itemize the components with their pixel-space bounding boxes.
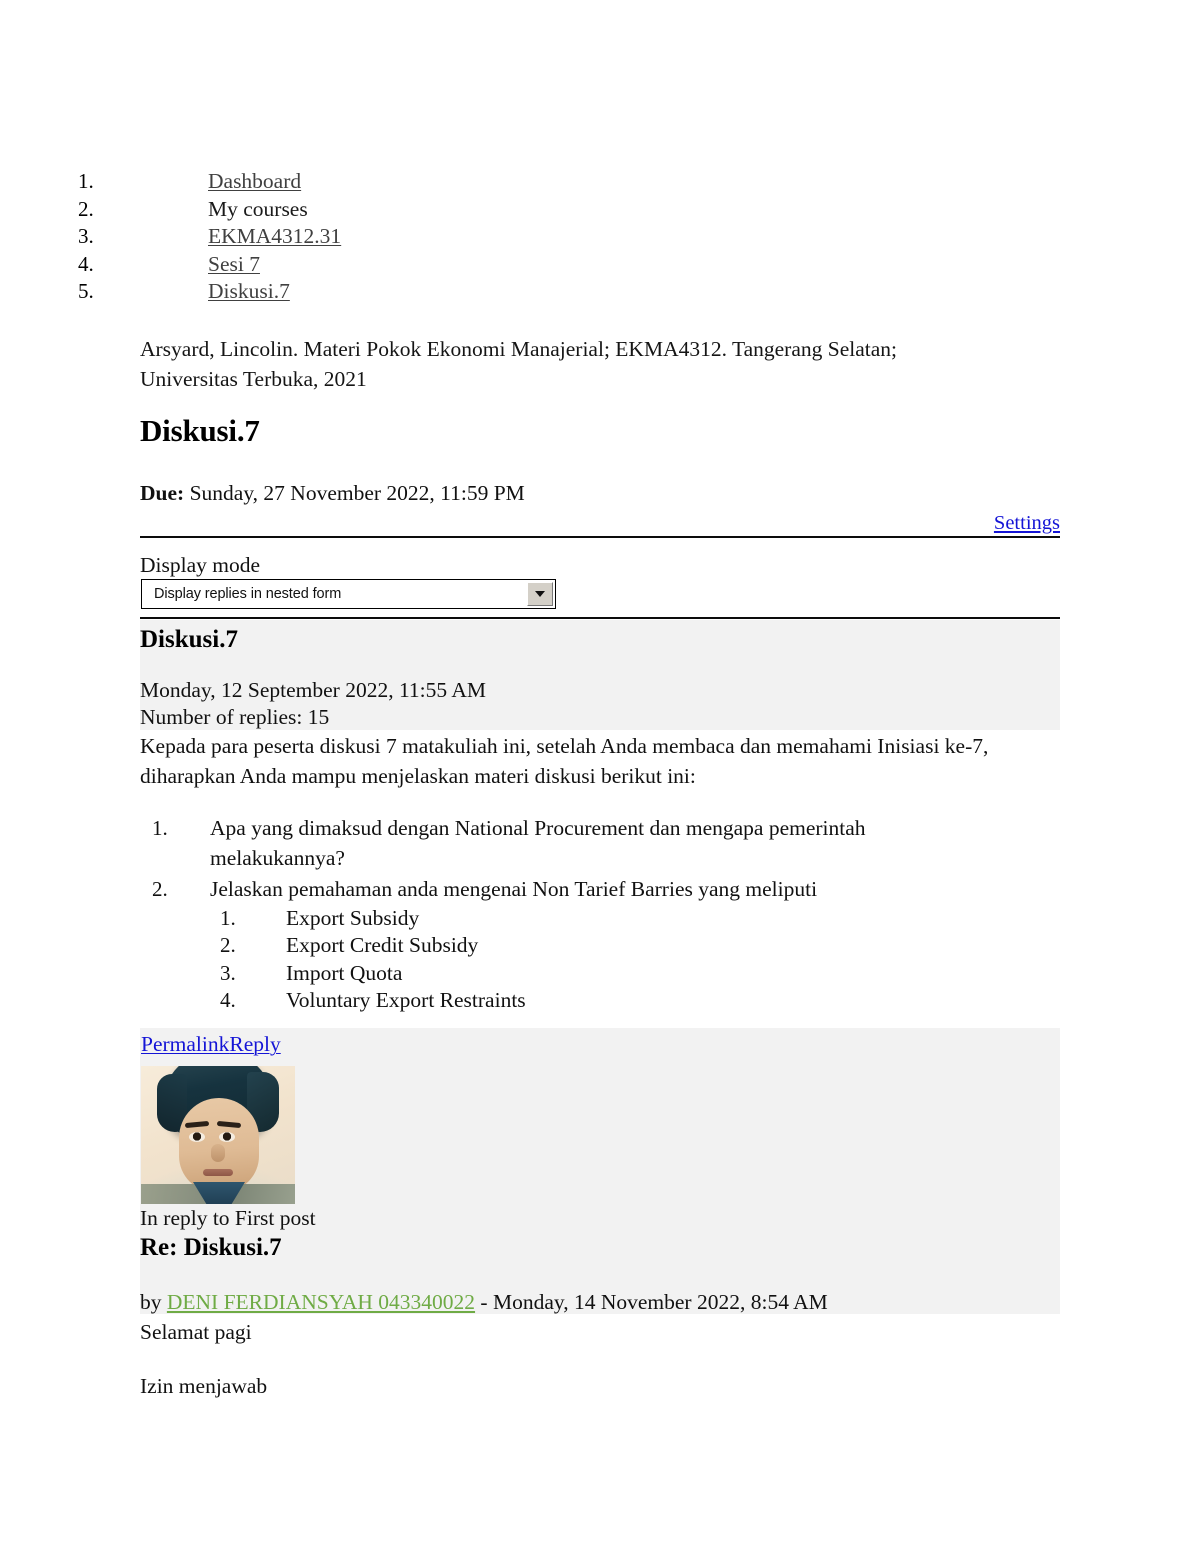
sub-text: Export Subsidy	[286, 905, 420, 930]
question-number: 2.	[152, 877, 168, 901]
reply-post-title: Re: Diskusi.7	[140, 1234, 282, 1261]
avatar-nose	[211, 1144, 225, 1162]
reply-link[interactable]: Reply	[229, 1032, 280, 1056]
sub-number: 3.	[220, 960, 236, 985]
breadcrumb-item-my-courses: 2. My courses	[78, 196, 1078, 224]
avatar-eye-left	[189, 1132, 205, 1142]
avatar-mouth	[203, 1169, 233, 1176]
sub-number: 2.	[220, 933, 236, 957]
question-number: 1.	[152, 816, 168, 840]
sub-item: 2. Export Credit Subsidy	[220, 932, 1052, 960]
divider-top	[140, 536, 1060, 538]
sub-item: 3. Import Quota	[220, 960, 1052, 988]
sub-text: Import Quota	[286, 960, 403, 985]
sub-number: 4.	[220, 988, 236, 1012]
reply-post-date: - Monday, 14 November 2022, 8:54 AM	[475, 1290, 828, 1314]
question-text: Apa yang dimaksud dengan National Procur…	[210, 816, 866, 870]
by-prefix: by	[140, 1290, 167, 1314]
reply-body-line-2: Izin menjawab	[140, 1374, 268, 1398]
sub-item: 1. Export Subsidy	[220, 905, 1052, 933]
settings-link[interactable]: Settings	[994, 512, 1060, 534]
first-post-title: Diskusi.7	[140, 626, 238, 653]
display-mode-label: Display mode	[140, 553, 261, 577]
display-mode-selected-value: Display replies in nested form	[154, 586, 342, 602]
divider-post	[140, 617, 1060, 619]
breadcrumb: 1. Dashboard 2. My courses 3. EKMA4312.3…	[78, 168, 1078, 306]
question-text: Jelaskan pemahaman anda mengenai Non Tar…	[210, 877, 818, 901]
sub-text: Export Credit Subsidy	[286, 933, 479, 957]
first-post-date: Monday, 12 September 2022, 11:55 AM	[140, 678, 486, 702]
question-item: 1. Apa yang dimaksud dengan National Pro…	[152, 814, 1052, 873]
document-page: 1. Dashboard 2. My courses 3. EKMA4312.3…	[0, 0, 1200, 1553]
breadcrumb-link-dashboard[interactable]: Dashboard	[208, 168, 301, 196]
breadcrumb-number: 3.	[78, 224, 94, 248]
breadcrumb-link-sesi-7[interactable]: Sesi 7	[208, 251, 260, 279]
breadcrumb-link-diskusi-7[interactable]: Diskusi.7	[208, 278, 290, 306]
sub-item: 4. Voluntary Export Restraints	[220, 987, 1052, 1015]
page-title: Diskusi.7	[140, 413, 260, 448]
breadcrumb-item-sesi-7[interactable]: 4. Sesi 7	[78, 251, 1078, 279]
permalink-link[interactable]: Permalink	[141, 1032, 229, 1056]
first-post-reply-count: Number of replies: 15	[140, 705, 330, 729]
breadcrumb-number: 2.	[78, 196, 94, 221]
question-list: 1. Apa yang dimaksud dengan National Pro…	[152, 814, 1052, 1015]
in-reply-to-label: In reply to First post	[140, 1206, 316, 1230]
sub-number: 1.	[220, 905, 236, 930]
due-date-line: Due: Sunday, 27 November 2022, 11:59 PM	[140, 481, 525, 506]
author-link[interactable]: DENI FERDIANSYAH 043340022	[167, 1290, 475, 1314]
due-label: Due:	[140, 481, 185, 505]
sub-text: Voluntary Export Restraints	[286, 988, 526, 1012]
due-value: Sunday, 27 November 2022, 11:59 PM	[189, 481, 525, 505]
reply-body-line-1: Selamat pagi	[140, 1320, 252, 1344]
display-mode-select[interactable]: Display replies in nested form	[141, 579, 556, 609]
breadcrumb-link-ekma4312[interactable]: EKMA4312.31	[208, 223, 341, 251]
breadcrumb-label-my-courses: My courses	[208, 196, 308, 221]
breadcrumb-number: 4.	[78, 251, 94, 276]
avatar	[141, 1066, 295, 1204]
breadcrumb-number: 5.	[78, 279, 94, 303]
avatar-eye-right	[219, 1132, 235, 1142]
reply-post-byline: by DENI FERDIANSYAH 043340022 - Monday, …	[140, 1290, 828, 1315]
breadcrumb-number: 1.	[78, 169, 94, 193]
citation-text: Arsyard, Lincolin. Materi Pokok Ekonomi …	[140, 337, 898, 391]
question-sublist: 1. Export Subsidy 2. Export Credit Subsi…	[220, 905, 1052, 1015]
chevron-down-icon[interactable]	[527, 582, 553, 606]
breadcrumb-item-diskusi-7[interactable]: 5. Diskusi.7	[78, 278, 1078, 306]
settings-row: Settings	[140, 512, 1060, 535]
breadcrumb-item-dashboard[interactable]: 1. Dashboard	[78, 168, 1078, 196]
question-item: 2. Jelaskan pemahaman anda mengenai Non …	[152, 875, 1052, 905]
first-post-body: Kepada para peserta diskusi 7 matakuliah…	[140, 734, 989, 788]
post-actions: PermalinkReply	[141, 1032, 281, 1057]
breadcrumb-item-course-code[interactable]: 3. EKMA4312.31	[78, 223, 1078, 251]
